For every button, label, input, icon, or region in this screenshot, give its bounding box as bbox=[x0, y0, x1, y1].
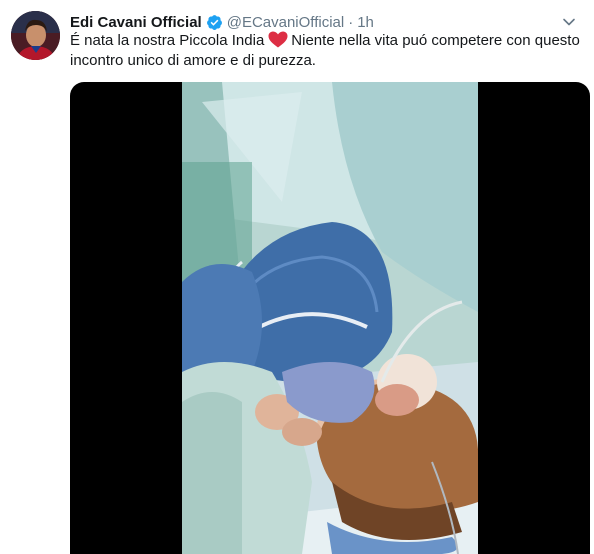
tweet-text: É nata la nostra Piccola India Niente nel… bbox=[70, 31, 580, 71]
author-handle[interactable]: @ECavaniOfficial bbox=[227, 14, 345, 31]
verified-badge-icon bbox=[206, 14, 223, 31]
video-frame bbox=[182, 82, 478, 554]
timestamp[interactable]: 1h bbox=[357, 14, 374, 31]
separator-dot: · bbox=[348, 13, 354, 31]
avatar-image bbox=[11, 11, 60, 60]
tweet[interactable]: Edi Cavani Official @ECavaniOfficial · 1… bbox=[0, 0, 594, 554]
tweet-text-part1: É nata la nostra Piccola India bbox=[70, 32, 265, 49]
author-display-name[interactable]: Edi Cavani Official bbox=[70, 14, 202, 31]
chevron-down-icon[interactable] bbox=[560, 13, 578, 31]
video-player[interactable] bbox=[70, 82, 590, 554]
tweet-header: Edi Cavani Official @ECavaniOfficial · 1… bbox=[70, 12, 584, 32]
red-heart-icon bbox=[268, 31, 288, 48]
avatar[interactable] bbox=[11, 11, 60, 60]
